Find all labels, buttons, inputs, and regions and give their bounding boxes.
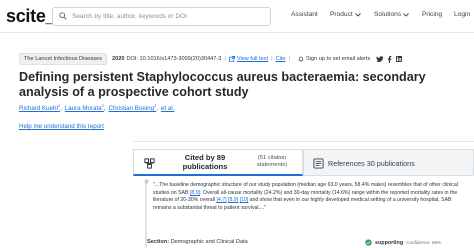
view-full-text-label: View full text <box>236 56 269 62</box>
nav-assistant-label: Assistant <box>291 11 318 18</box>
reference-link[interactable]: [10] <box>240 197 249 203</box>
publication-year: 2020 <box>112 56 125 62</box>
top-navbar: scite_ Assistant Product Solutions Prici… <box>0 0 474 33</box>
nav-product-label: Product <box>330 11 353 18</box>
paper-title: Defining persistent Staphylococcus aureu… <box>19 70 426 99</box>
share-icons <box>376 55 403 63</box>
email-alert-button[interactable]: Sign up to set email alerts <box>298 56 370 62</box>
tab-references[interactable]: References 30 publications <box>303 149 474 176</box>
chevron-down-icon <box>354 13 361 17</box>
panel-divider <box>133 141 474 142</box>
citation-statements-count: (51 citation statements) <box>256 155 288 169</box>
external-link-icon <box>228 56 235 62</box>
author-name: Christian Boeing <box>108 105 155 112</box>
cited-by-icon <box>144 158 155 169</box>
chevron-down-icon <box>403 13 409 17</box>
author-list: Richard Kuehl1, Laura Morata2, Christian… <box>19 103 174 112</box>
cite-link[interactable]: Cite <box>276 56 286 62</box>
paper-meta-row: The Lancet Infectious Diseases 2020 DOI:… <box>19 52 403 66</box>
author-link[interactable]: Christian Boeing3 <box>108 103 157 112</box>
nav-pricing-label: Pricing <box>422 11 443 18</box>
references-label: References 30 publications <box>328 159 415 168</box>
divider: | <box>288 56 290 62</box>
help-understand-link[interactable]: Help me understand this report <box>19 123 104 130</box>
divider: | <box>224 56 226 62</box>
author-separator: , <box>103 105 106 112</box>
author-link[interactable]: Laura Morata2 <box>64 103 104 112</box>
nav-pricing[interactable]: Pricing <box>422 11 442 18</box>
confidence-value: Confidence: 65% <box>406 240 442 245</box>
nav-solutions-label: Solutions <box>374 11 402 18</box>
author-separator: , <box>156 105 158 112</box>
support-label: supporting <box>375 239 404 246</box>
doi-text: DOI: 10.1016/s1473-3099(20)30447-3 <box>126 56 222 62</box>
nav-product[interactable]: Product <box>330 11 361 18</box>
journal-badge[interactable]: The Lancet Infectious Diseases <box>19 53 108 65</box>
et-al-link[interactable]: et al. <box>161 105 174 112</box>
references-icon <box>313 158 324 169</box>
snippet-text: "...The baseline demographic structure o… <box>153 182 463 212</box>
author-name: Laura Morata <box>64 105 102 112</box>
citation-snippet: "...The baseline demographic structure o… <box>144 179 467 248</box>
author-separator: , <box>60 105 62 112</box>
divider: | <box>271 56 273 62</box>
bell-icon <box>298 56 304 62</box>
linkedin-icon[interactable] <box>396 56 403 62</box>
section-label: Section: <box>147 239 170 245</box>
search-icon <box>59 12 67 20</box>
snippet-section: Section: Demographic and Clinical Data <box>147 239 248 245</box>
nav-login-label: Login <box>454 11 471 18</box>
author-link[interactable]: Richard Kuehl1 <box>19 103 60 112</box>
search-input[interactable] <box>72 9 268 24</box>
reference-link[interactable]: [8,9] <box>190 190 200 196</box>
cited-by-label: Cited by 89 publications <box>182 153 228 171</box>
section-value: Demographic and Clinical Data <box>170 239 248 245</box>
author-name: Richard Kuehl <box>19 105 58 112</box>
tab-cited-by[interactable]: Cited by 89 publications (51 citation st… <box>133 149 303 176</box>
support-indicator[interactable]: supporting Confidence: 65% <box>365 239 441 246</box>
email-alert-label: Sign up to set email alerts <box>305 56 371 62</box>
check-circle-icon <box>365 239 372 246</box>
scite-logo[interactable]: scite_ <box>6 6 56 27</box>
reference-link[interactable]: [8,9] <box>228 197 238 203</box>
twitter-icon[interactable] <box>376 56 384 62</box>
nav-solutions[interactable]: Solutions <box>374 11 409 18</box>
quote-icon <box>144 179 149 184</box>
view-full-text-link[interactable]: View full text <box>228 56 269 62</box>
facebook-icon[interactable] <box>387 55 392 63</box>
search-box[interactable] <box>52 7 271 26</box>
nav-login[interactable]: Login <box>454 11 470 18</box>
reference-link[interactable]: [4,7] <box>216 197 226 203</box>
nav-assistant[interactable]: Assistant <box>291 11 318 18</box>
